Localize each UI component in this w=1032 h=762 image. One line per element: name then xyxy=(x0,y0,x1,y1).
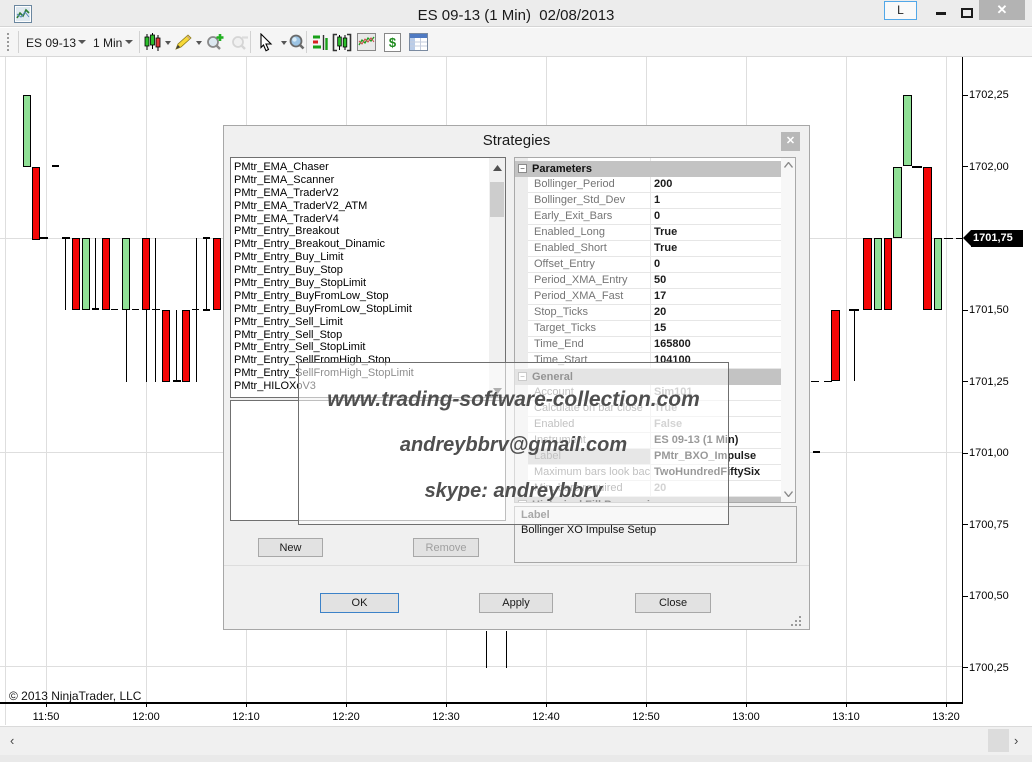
svg-text:$: $ xyxy=(389,35,397,50)
